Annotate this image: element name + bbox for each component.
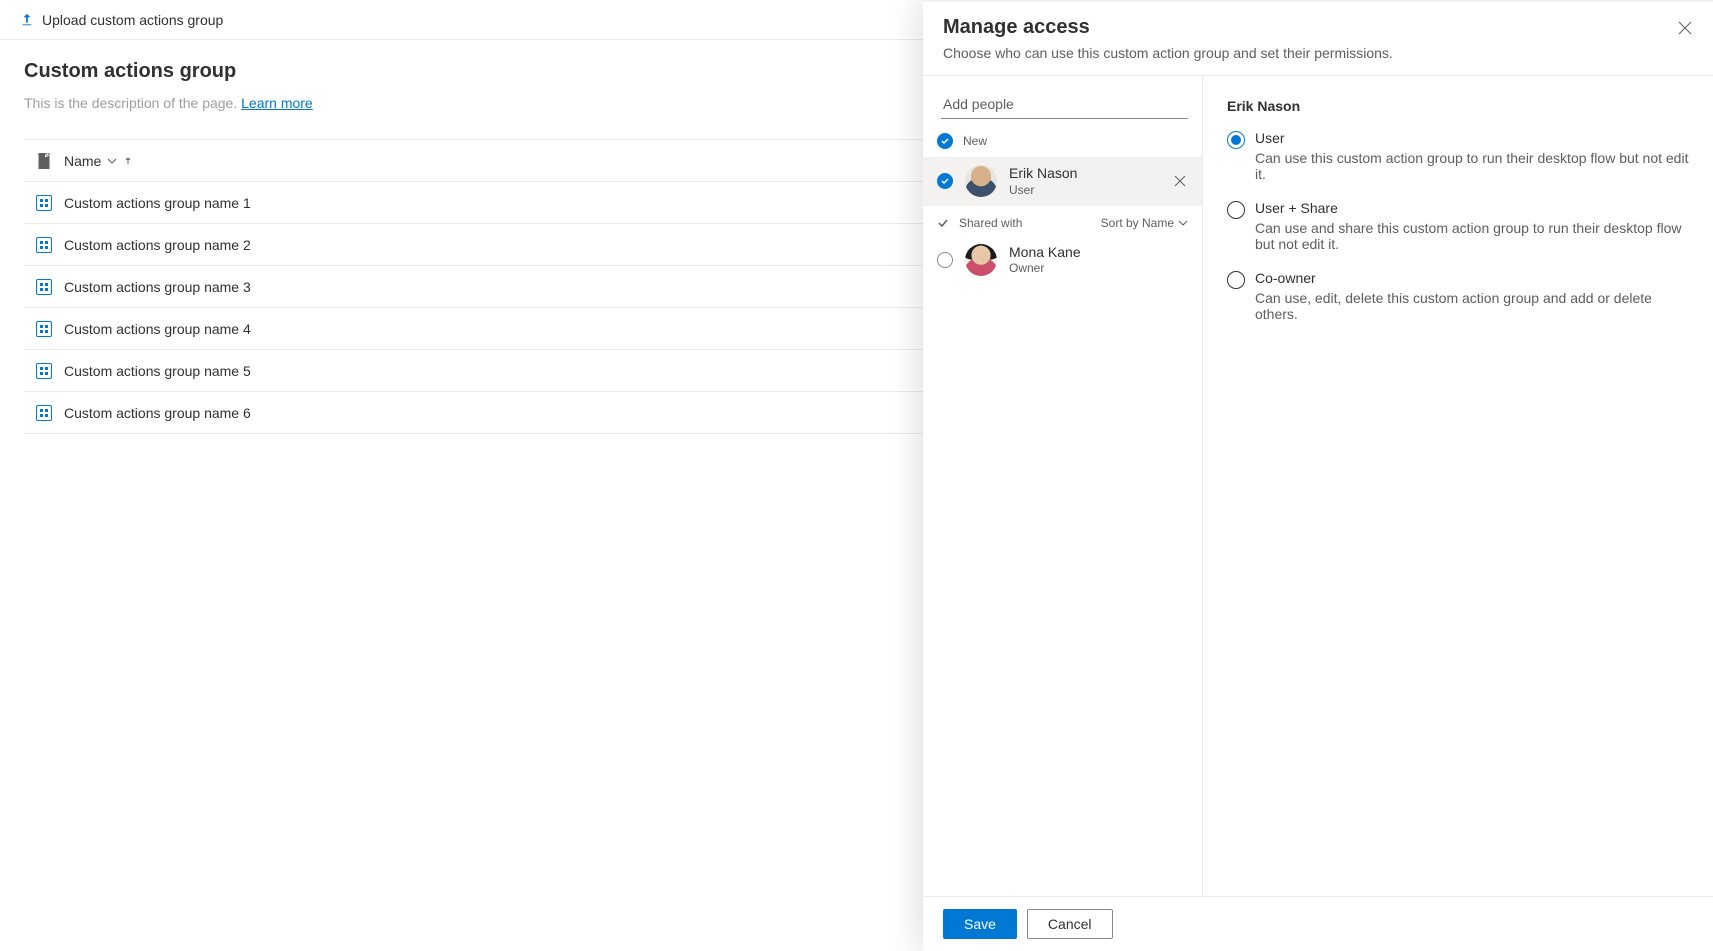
new-section-header[interactable]: New: [923, 129, 1202, 157]
file-icon: [37, 153, 51, 169]
upload-label: Upload custom actions group: [42, 12, 223, 28]
person-row[interactable]: Mona Kane Owner: [923, 236, 1202, 285]
save-button[interactable]: Save: [943, 909, 1017, 939]
permission-option[interactable]: User + Share Can use and share this cust…: [1227, 200, 1689, 252]
person-role: Owner: [1009, 261, 1190, 276]
permission-option[interactable]: User Can use this custom action group to…: [1227, 130, 1689, 182]
option-description: Can use, edit, delete this custom action…: [1255, 290, 1689, 322]
group-icon: [36, 363, 52, 379]
upload-icon: [20, 13, 34, 27]
check-icon: [937, 133, 953, 149]
upload-button[interactable]: Upload custom actions group: [14, 8, 229, 32]
col-name[interactable]: Name: [64, 153, 133, 169]
chevron-down-icon: [107, 156, 117, 166]
group-icon: [36, 195, 52, 211]
group-icon: [36, 321, 52, 337]
panel-footer: Save Cancel: [923, 896, 1713, 951]
radio-icon: [1227, 131, 1245, 149]
chevron-down-icon: [1178, 218, 1188, 228]
panel-subtitle: Choose who can use this custom action gr…: [943, 45, 1693, 61]
option-description: Can use this custom action group to run …: [1255, 150, 1689, 182]
people-list: New Erik Nason User Shared with: [923, 76, 1203, 896]
learn-more-link[interactable]: Learn more: [241, 95, 313, 111]
close-icon: [1678, 21, 1692, 35]
option-label: User + Share: [1255, 200, 1689, 216]
sort-by-button[interactable]: Sort by Name: [1101, 216, 1188, 230]
add-people-input[interactable]: [941, 90, 1188, 119]
shared-with-header[interactable]: Shared with Sort by Name: [923, 206, 1202, 236]
close-icon: [1174, 175, 1186, 187]
option-description: Can use and share this custom action gro…: [1255, 220, 1689, 252]
option-label: User: [1255, 130, 1689, 146]
close-button[interactable]: [1673, 16, 1697, 40]
person-role: User: [1009, 183, 1158, 198]
group-icon: [36, 279, 52, 295]
panel-title: Manage access: [943, 16, 1693, 39]
person-name: Mona Kane: [1009, 244, 1190, 262]
permission-detail: Erik Nason User Can use this custom acti…: [1203, 76, 1713, 896]
permission-option[interactable]: Co-owner Can use, edit, delete this cust…: [1227, 270, 1689, 322]
radio-empty-icon: [937, 252, 953, 268]
radio-icon: [1227, 271, 1245, 289]
group-icon: [36, 237, 52, 253]
check-icon: [937, 173, 953, 189]
panel-header: Manage access Choose who can use this cu…: [923, 2, 1713, 76]
remove-person-button[interactable]: [1170, 171, 1190, 191]
group-icon: [36, 405, 52, 421]
avatar: [965, 165, 997, 197]
manage-access-panel: Manage access Choose who can use this cu…: [923, 0, 1713, 951]
cancel-button[interactable]: Cancel: [1027, 909, 1113, 939]
sort-up-icon: [123, 156, 133, 166]
person-row[interactable]: Erik Nason User: [923, 157, 1202, 206]
option-label: Co-owner: [1255, 270, 1689, 286]
person-name: Erik Nason: [1009, 165, 1158, 183]
radio-icon: [1227, 201, 1245, 219]
check-icon: [937, 217, 949, 229]
detail-person-name: Erik Nason: [1227, 98, 1689, 114]
avatar: [965, 244, 997, 276]
